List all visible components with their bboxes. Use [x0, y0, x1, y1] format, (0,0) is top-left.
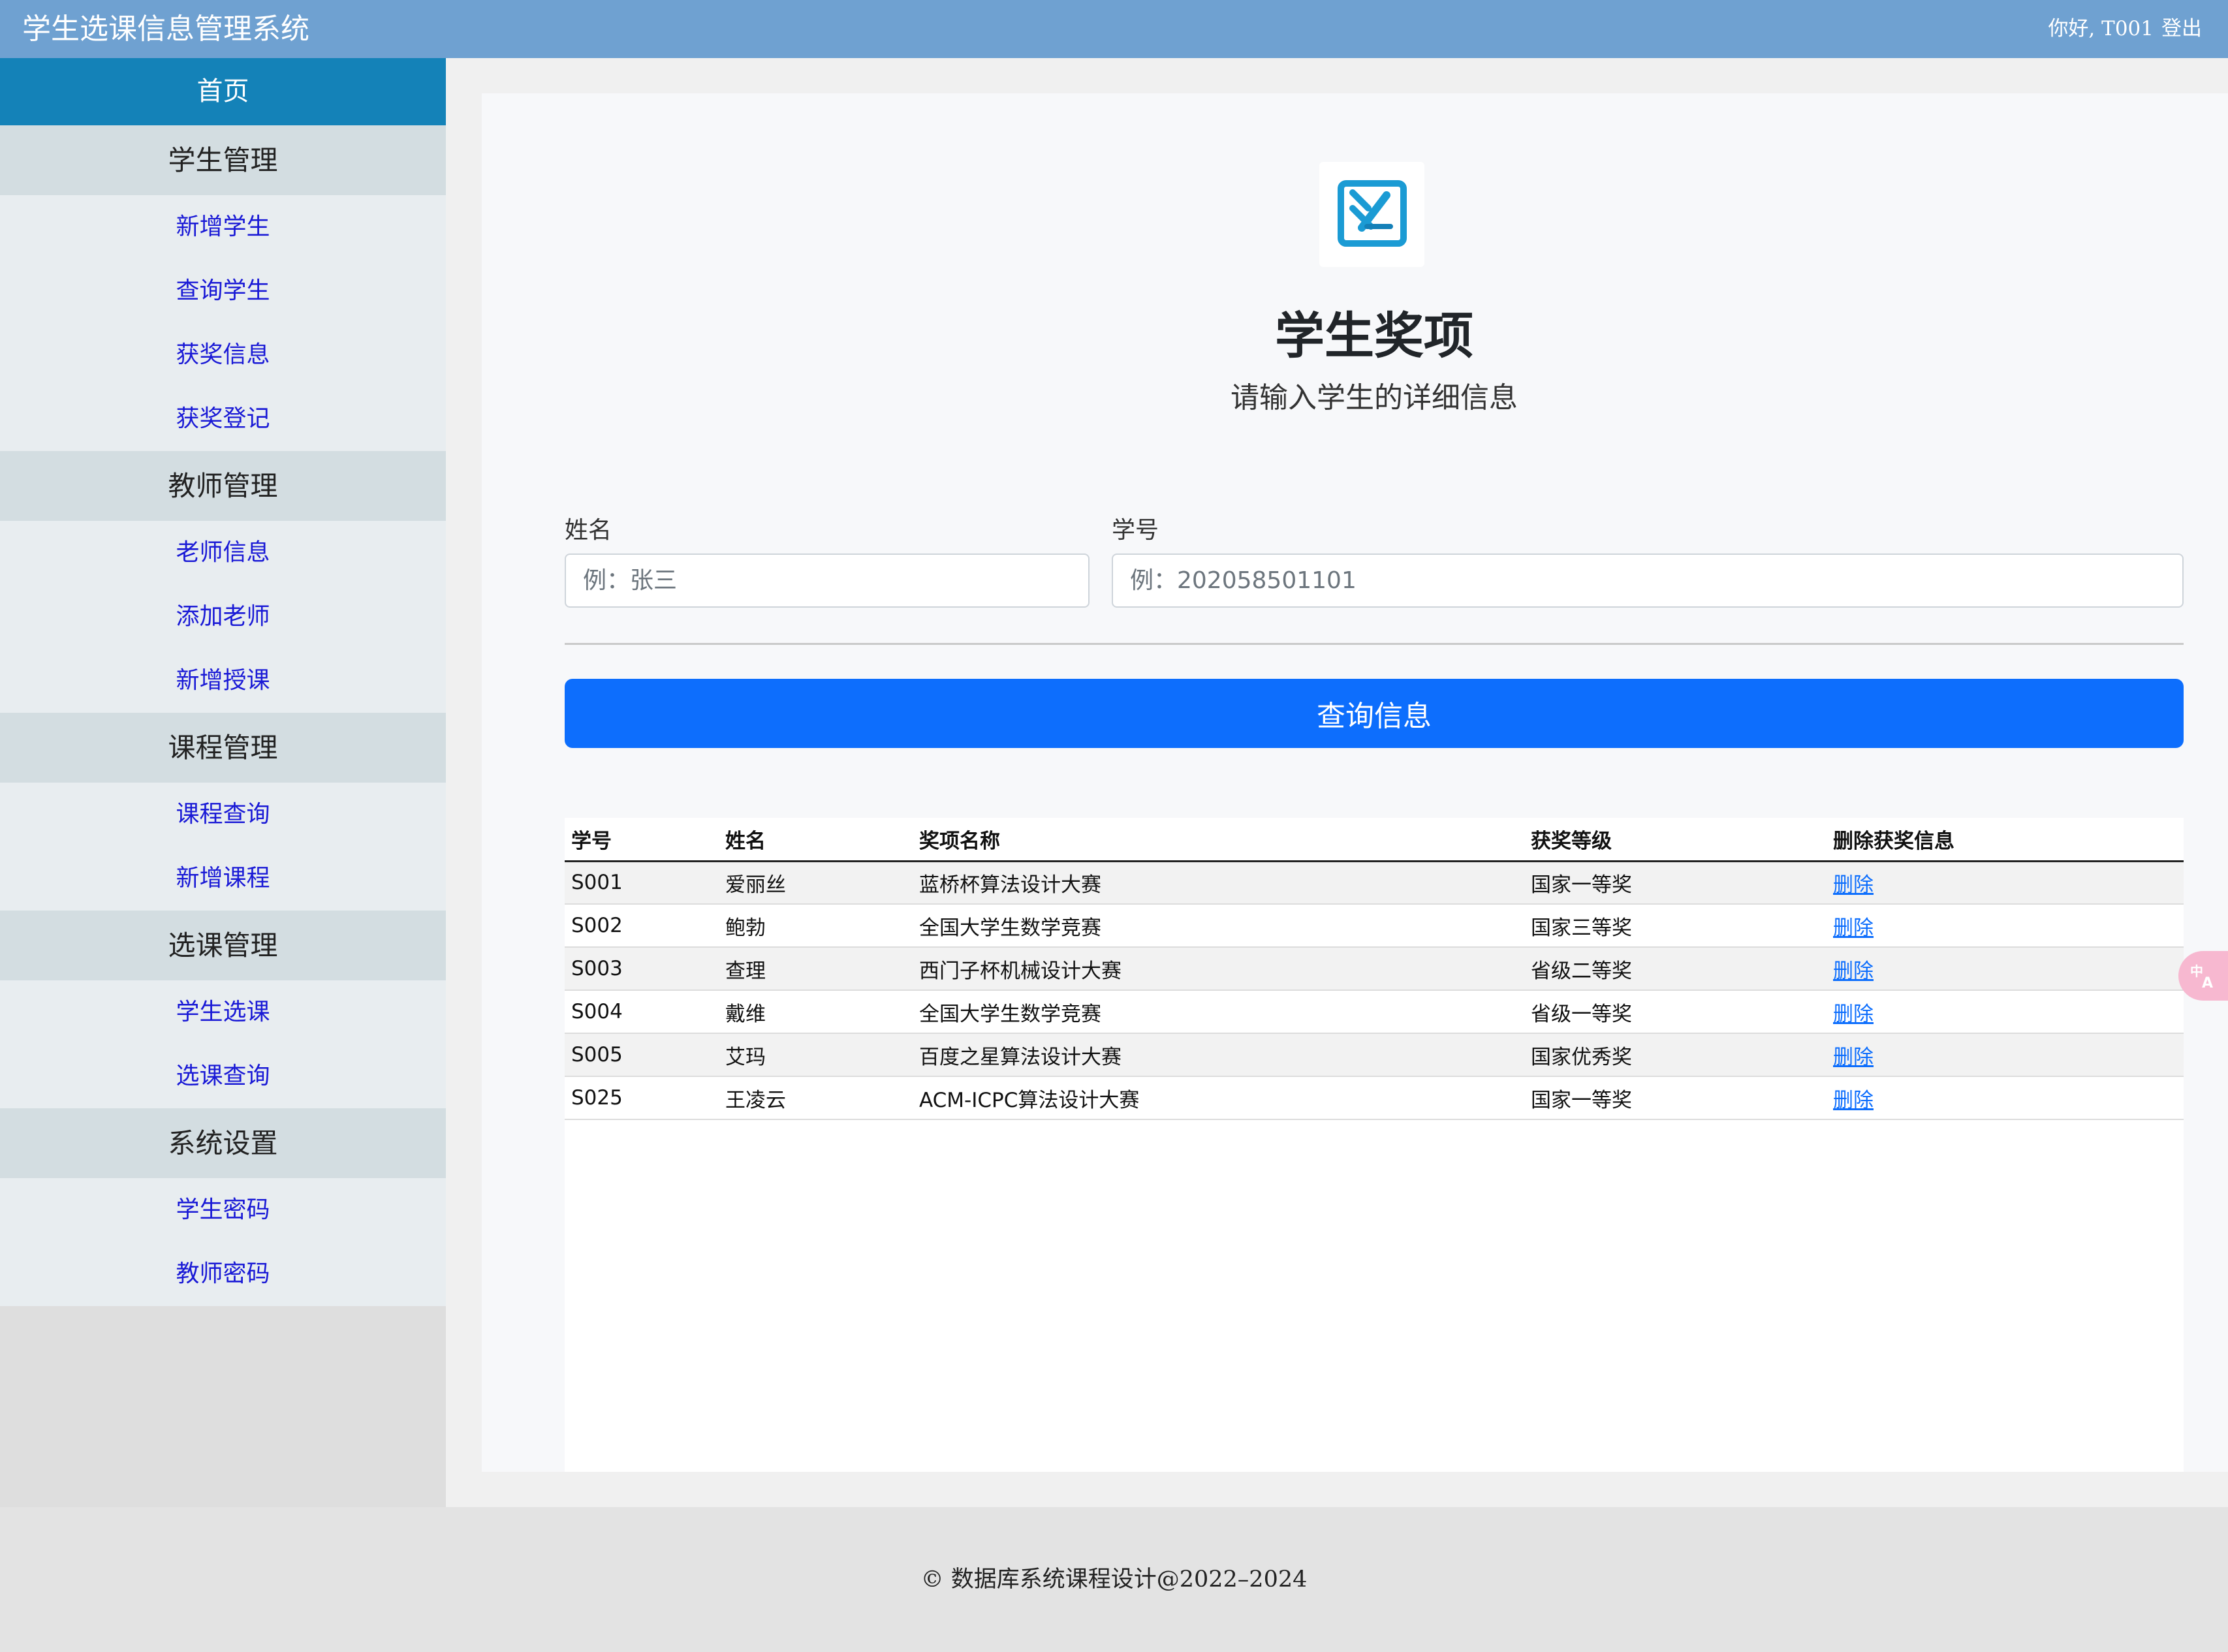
translate-button[interactable]: 中 A: [2178, 951, 2228, 1001]
sidebar-item-add-teaching[interactable]: 新增授课: [0, 649, 446, 713]
sidebar-item-selection-query[interactable]: 选课查询: [0, 1044, 446, 1108]
awards-table-container: 学号 姓名 奖项名称 获奖等级 删除获奖信息 S001 爱丽丝 蓝桥杯算法设计大…: [565, 818, 2184, 1472]
student-id-input[interactable]: [1112, 553, 2184, 608]
table-row: S004 戴维 全国大学生数学竞赛 省级一等奖 删除: [565, 990, 2184, 1034]
cell-student-id: S004: [565, 990, 719, 1034]
col-header-award: 奖项名称: [913, 818, 1524, 862]
name-input[interactable]: [565, 553, 1090, 608]
cell-level: 国家优秀奖: [1524, 1033, 1827, 1077]
sidebar-item-add-teacher[interactable]: 添加老师: [0, 585, 446, 649]
logo: [1319, 162, 1424, 267]
footer-copyright: © 数据库系统课程设计@2022–2024: [920, 1566, 1308, 1593]
name-label: 姓名: [565, 517, 612, 544]
svg-text:A: A: [2202, 975, 2213, 990]
cell-student-id: S005: [565, 1033, 719, 1077]
delete-link[interactable]: 删除: [1833, 1003, 1874, 1026]
sidebar: 首页 学生管理 新增学生 查询学生 获奖信息 获奖登记 教师管理 老师信息 添加…: [0, 58, 446, 1507]
logout-link[interactable]: 登出: [2161, 17, 2202, 40]
sidebar-item-query-student[interactable]: 查询学生: [0, 259, 446, 323]
sidebar-item-add-course[interactable]: 新增课程: [0, 847, 446, 911]
delete-link[interactable]: 删除: [1833, 1089, 1874, 1112]
translate-icon: 中 A: [2190, 963, 2213, 990]
cell-student-id: S002: [565, 904, 719, 948]
sidebar-item-award-info[interactable]: 获奖信息: [0, 323, 446, 387]
cell-award: ACM-ICPC算法设计大赛: [913, 1076, 1524, 1120]
cell-level: 省级二等奖: [1524, 947, 1827, 991]
cell-level: 国家一等奖: [1524, 861, 1827, 905]
table-row: S003 查理 西门子杯机械设计大赛 省级二等奖 删除: [565, 947, 2184, 991]
cell-award: 全国大学生数学竞赛: [913, 904, 1524, 948]
footer: © 数据库系统课程设计@2022–2024: [0, 1507, 2228, 1652]
col-header-student-id: 学号: [565, 818, 719, 862]
cell-name: 鲍勃: [719, 904, 913, 948]
cell-award: 西门子杯机械设计大赛: [913, 947, 1524, 991]
sidebar-group-settings: 系统设置: [0, 1108, 446, 1178]
table-row: S002 鲍勃 全国大学生数学竞赛 国家三等奖 删除: [565, 904, 2184, 948]
cell-name: 爱丽丝: [719, 861, 913, 905]
cell-delete: 删除: [1827, 1076, 2184, 1120]
col-header-level: 获奖等级: [1524, 818, 1827, 862]
table-row: S025 王凌云 ACM-ICPC算法设计大赛 国家一等奖 删除: [565, 1076, 2184, 1120]
delete-link[interactable]: 删除: [1833, 1046, 1874, 1069]
sidebar-item-add-student[interactable]: 新增学生: [0, 195, 446, 259]
sidebar-group-student: 学生管理: [0, 125, 446, 195]
sidebar-item-student-password[interactable]: 学生密码: [0, 1178, 446, 1242]
cell-name: 艾玛: [719, 1033, 913, 1077]
sidebar-group-course: 课程管理: [0, 713, 446, 783]
delete-link[interactable]: 删除: [1833, 916, 1874, 940]
table-header-row: 学号 姓名 奖项名称 获奖等级 删除获奖信息: [565, 818, 2184, 862]
close-box-icon: [1337, 179, 1407, 247]
cell-level: 省级一等奖: [1524, 990, 1827, 1034]
col-header-delete: 删除获奖信息: [1827, 818, 2184, 862]
sidebar-item-home[interactable]: 首页: [0, 58, 446, 125]
svg-text:中: 中: [2190, 963, 2203, 979]
cell-name: 戴维: [719, 990, 913, 1034]
main-card: 学生奖项 请输入学生的详细信息 姓名 学号 查询信息 学号 姓名 奖项名称 获奖…: [482, 93, 2228, 1472]
page-subtitle: 请输入学生的详细信息: [1231, 381, 1518, 414]
cell-level: 国家一等奖: [1524, 1076, 1827, 1120]
app-title: 学生选课信息管理系统: [22, 12, 309, 46]
cell-delete: 删除: [1827, 947, 2184, 991]
cell-delete: 删除: [1827, 861, 2184, 905]
delete-link[interactable]: 删除: [1833, 959, 1874, 983]
divider: [565, 643, 2184, 645]
cell-award: 百度之星算法设计大赛: [913, 1033, 1524, 1077]
awards-table: 学号 姓名 奖项名称 获奖等级 删除获奖信息 S001 爱丽丝 蓝桥杯算法设计大…: [565, 818, 2184, 1120]
student-id-label: 学号: [1112, 517, 1159, 544]
sidebar-group-selection: 选课管理: [0, 911, 446, 980]
cell-award: 全国大学生数学竞赛: [913, 990, 1524, 1034]
cell-student-id: S001: [565, 861, 719, 905]
user-greeting: 你好, T001: [2048, 17, 2154, 40]
cell-award: 蓝桥杯算法设计大赛: [913, 861, 1524, 905]
cell-student-id: S025: [565, 1076, 719, 1120]
cell-delete: 删除: [1827, 990, 2184, 1034]
delete-link[interactable]: 删除: [1833, 873, 1874, 897]
page-title: 学生奖项: [1275, 307, 1473, 365]
col-header-name: 姓名: [719, 818, 913, 862]
user-box: 你好, T001 登出: [2048, 0, 2202, 58]
sidebar-item-teacher-info[interactable]: 老师信息: [0, 521, 446, 585]
cell-student-id: S003: [565, 947, 719, 991]
cell-delete: 删除: [1827, 1033, 2184, 1077]
cell-name: 王凌云: [719, 1076, 913, 1120]
query-button[interactable]: 查询信息: [565, 679, 2184, 748]
cell-delete: 删除: [1827, 904, 2184, 948]
sidebar-item-award-register[interactable]: 获奖登记: [0, 387, 446, 451]
sidebar-item-course-query[interactable]: 课程查询: [0, 783, 446, 847]
cell-name: 查理: [719, 947, 913, 991]
table-row: S005 艾玛 百度之星算法设计大赛 国家优秀奖 删除: [565, 1033, 2184, 1077]
sidebar-item-teacher-password[interactable]: 教师密码: [0, 1242, 446, 1306]
table-row: S001 爱丽丝 蓝桥杯算法设计大赛 国家一等奖 删除: [565, 861, 2184, 905]
sidebar-item-student-selection[interactable]: 学生选课: [0, 980, 446, 1044]
sidebar-group-teacher: 教师管理: [0, 451, 446, 521]
top-bar: 学生选课信息管理系统 你好, T001 登出: [0, 0, 2228, 58]
cell-level: 国家三等奖: [1524, 904, 1827, 948]
